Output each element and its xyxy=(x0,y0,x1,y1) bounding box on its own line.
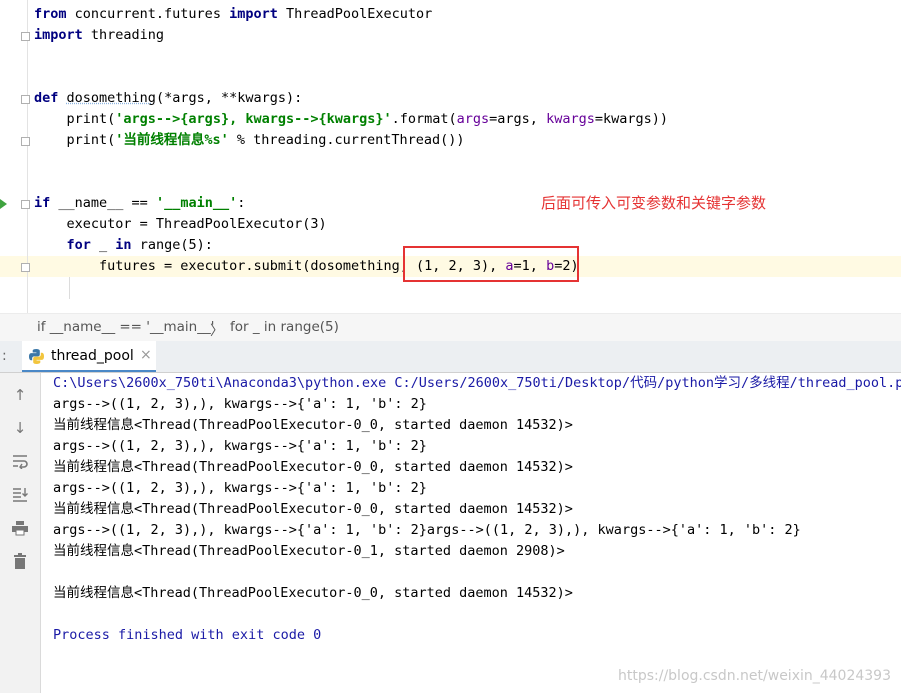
code-line-6[interactable]: print('args-->{args}, kwargs-->{kwargs}'… xyxy=(34,109,669,130)
python-icon xyxy=(29,349,44,364)
watermark: https://blog.csdn.net/weixin_44024393 xyxy=(617,668,891,684)
code-line-5[interactable]: def dosomething(*args, **kwargs): xyxy=(34,88,302,109)
arrow-up-icon[interactable]: ↑ xyxy=(10,385,30,405)
keyword: for xyxy=(34,237,91,253)
fold-marker-icon[interactable] xyxy=(21,263,30,272)
keyword: from xyxy=(34,6,67,22)
code-text: threading xyxy=(82,27,165,43)
run-gutter-icon[interactable] xyxy=(0,199,7,209)
string-literal: 'args-->{args}, kwargs-->{kwargs}' xyxy=(115,111,392,127)
tab-thread-pool[interactable]: thread_pool × xyxy=(22,341,156,372)
keyword: in xyxy=(115,237,132,253)
console-line: 当前线程信息<Thread(ThreadPoolExecutor-0_0, st… xyxy=(53,585,573,601)
trash-icon[interactable] xyxy=(10,553,30,573)
console-line[interactable]: C:\Users\2600x_750ti\Anaconda3\python.ex… xyxy=(53,373,901,394)
fold-marker-icon[interactable] xyxy=(21,32,30,41)
scroll-to-end-icon[interactable] xyxy=(10,486,30,506)
close-icon[interactable]: × xyxy=(140,347,152,363)
string-literal: '当前线程信息%s' xyxy=(115,132,229,148)
breadcrumb-item-if-main[interactable]: if __name__ == '__main__' xyxy=(37,319,214,335)
breadcrumb-item-for-loop[interactable]: for _ in range(5) xyxy=(230,319,339,335)
keyword: def xyxy=(34,90,59,106)
indent-guide xyxy=(69,277,70,299)
fold-marker-icon[interactable] xyxy=(21,95,30,104)
code-text: print( xyxy=(34,132,116,148)
code-line-12[interactable]: for _ in range(5): xyxy=(34,235,213,256)
code-text: ThreadPoolExecutor xyxy=(277,6,433,22)
soft-wrap-icon[interactable] xyxy=(10,453,30,473)
keyword: if xyxy=(34,195,51,211)
string-literal: '__main__' xyxy=(155,195,238,211)
code-text: % threading.currentThread()) xyxy=(228,132,465,148)
code-text: .format( xyxy=(391,111,457,127)
console-line: args-->((1, 2, 3),), kwargs-->{'a': 1, '… xyxy=(53,438,427,454)
code-text: concurrent.futures xyxy=(66,6,230,22)
code-text: =args, xyxy=(489,111,547,127)
keyword: import xyxy=(229,6,278,22)
code-text: print( xyxy=(34,111,116,127)
keyword: import xyxy=(34,27,83,43)
keyword-arg: kwargs xyxy=(546,111,595,127)
code-text: (*args, **kwargs): xyxy=(155,90,303,106)
console-line: args-->((1, 2, 3),), kwargs-->{'a': 1, '… xyxy=(53,522,801,538)
console-line-exit: Process finished with exit code 0 xyxy=(53,627,322,643)
keyword-arg: args xyxy=(456,111,490,127)
code-text: __name__ == xyxy=(50,195,156,211)
tool-window-label: : xyxy=(2,348,7,364)
console-line: 当前线程信息<Thread(ThreadPoolExecutor-0_0, st… xyxy=(53,459,573,475)
console-line: args-->((1, 2, 3),), kwargs-->{'a': 1, '… xyxy=(53,480,427,496)
run-tool-window-header: : thread_pool × xyxy=(0,341,901,373)
function-name: dosomething xyxy=(66,90,156,106)
highlight-box xyxy=(403,246,579,282)
code-line-1[interactable]: from concurrent.futures import ThreadPoo… xyxy=(34,4,432,25)
arrow-down-icon[interactable]: ↓ xyxy=(10,418,30,438)
console-line: args-->((1, 2, 3),), kwargs-->{'a': 1, '… xyxy=(53,396,427,412)
fold-marker-icon[interactable] xyxy=(21,137,30,146)
code-line-11[interactable]: executor = ThreadPoolExecutor(3) xyxy=(34,214,327,235)
code-text: : xyxy=(237,195,246,211)
code-editor[interactable]: from concurrent.futures import ThreadPoo… xyxy=(0,0,901,313)
code-line-2[interactable]: import threading xyxy=(34,25,164,46)
code-text: =kwargs)) xyxy=(594,111,669,127)
console-line: 当前线程信息<Thread(ThreadPoolExecutor-0_1, st… xyxy=(53,543,565,559)
console-line: 当前线程信息<Thread(ThreadPoolExecutor-0_0, st… xyxy=(53,417,573,433)
console-line: 当前线程信息<Thread(ThreadPoolExecutor-0_0, st… xyxy=(53,501,573,517)
annotation-text: 后面可传入可变参数和关键字参数 xyxy=(541,194,767,212)
code-line-10[interactable]: if __name__ == '__main__': xyxy=(34,193,245,214)
fold-marker-icon[interactable] xyxy=(21,200,30,209)
print-icon[interactable] xyxy=(10,520,30,540)
console-toolbar: ↑ ↓ xyxy=(0,373,41,693)
breadcrumb: if __name__ == '__main__' 〉 for _ in ran… xyxy=(0,313,901,342)
tab-label: thread_pool xyxy=(51,348,134,364)
breadcrumb-separator: 〉 xyxy=(210,323,224,339)
code-text: range(5): xyxy=(131,237,213,253)
code-text: _ xyxy=(90,237,116,253)
code-line-7[interactable]: print('当前线程信息%s' % threading.currentThre… xyxy=(34,130,465,151)
console-output[interactable]: C:\Users\2600x_750ti\Anaconda3\python.ex… xyxy=(41,373,901,693)
